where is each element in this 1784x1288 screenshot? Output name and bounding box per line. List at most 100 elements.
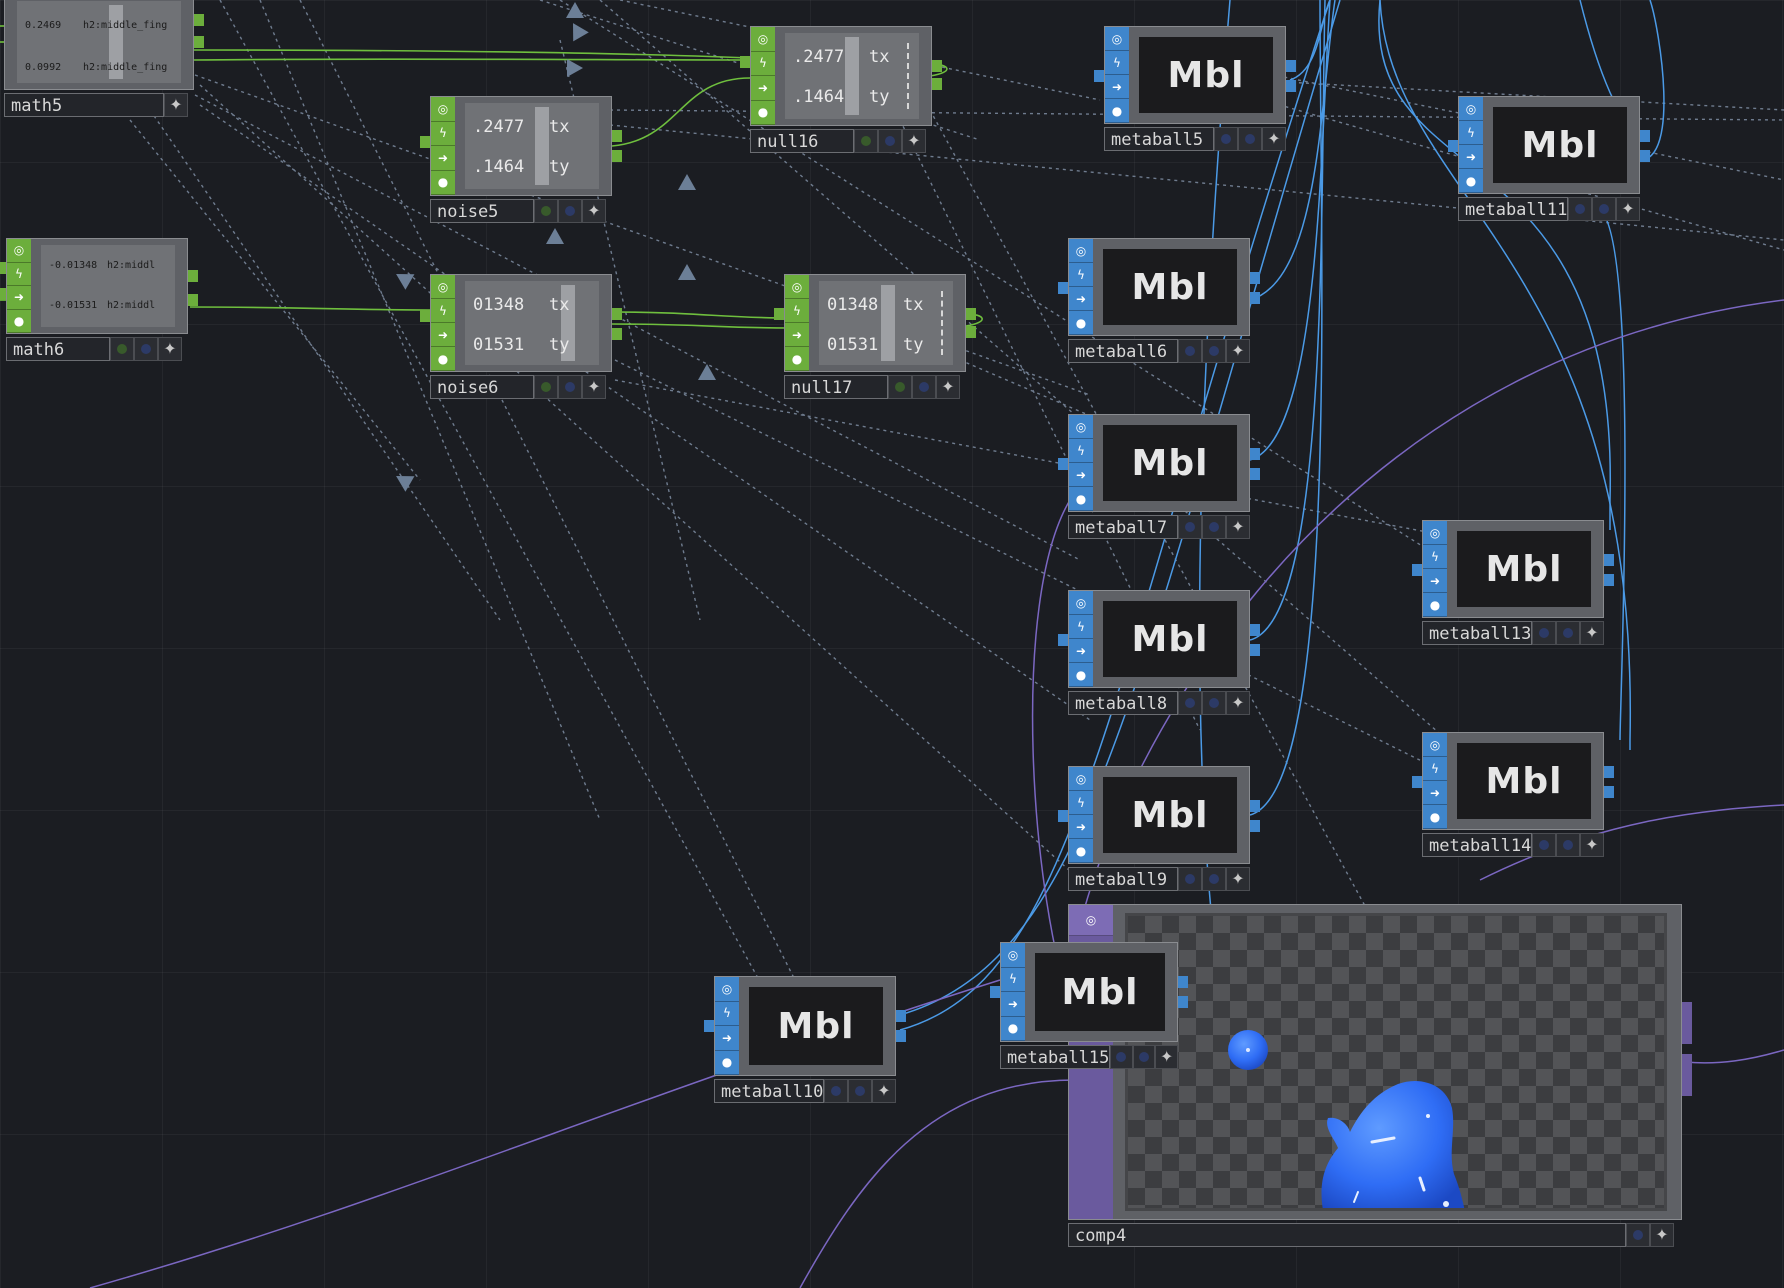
metaball9-node[interactable]: ◎ ϟ ➜ ● Mbl metaball9 ✦ (1058, 766, 1260, 892)
cook-icon[interactable]: ϟ (1423, 545, 1447, 569)
add-sparkle-icon[interactable]: ✦ (582, 375, 606, 399)
add-sparkle-icon[interactable]: ✦ (158, 337, 182, 361)
bypass-arrow-icon[interactable]: ➜ (785, 323, 809, 347)
viewer-toggle-icon[interactable]: ◎ (1105, 27, 1129, 51)
node-body[interactable]: ◎ ϟ ➜ ● Mbl (714, 976, 896, 1076)
display-flag-button[interactable] (1132, 1045, 1156, 1069)
input-connector[interactable] (1058, 810, 1068, 822)
lock-icon[interactable]: ● (751, 101, 775, 125)
cook-icon[interactable]: ϟ (1423, 757, 1447, 781)
viewer-toggle-icon[interactable]: ◎ (1423, 733, 1447, 757)
bypass-arrow-icon[interactable]: ➜ (751, 76, 775, 101)
viewer-flag-button[interactable] (824, 1079, 848, 1103)
metaball15-node[interactable]: ◎ ϟ ➜ ● Mbl metaball15 ✦ (990, 942, 1188, 1070)
node-body[interactable]: 0.2469 h2:middle_fing 0.0992 h2:middle_fin… (4, 0, 194, 90)
viewer-flag-button[interactable] (110, 337, 134, 361)
cook-icon[interactable]: ϟ (431, 299, 455, 323)
output-connector[interactable] (612, 308, 622, 320)
lock-icon[interactable]: ● (1105, 99, 1129, 123)
input-connector[interactable] (0, 262, 6, 274)
viewer-toggle-icon[interactable]: ◎ (7, 239, 31, 263)
input-connector[interactable] (0, 288, 6, 300)
output-connector[interactable] (1604, 574, 1614, 586)
display-flag-button[interactable] (1202, 339, 1226, 363)
output-connector[interactable] (194, 36, 204, 48)
node-name[interactable]: math5 (4, 93, 164, 117)
bypass-arrow-icon[interactable]: ➜ (431, 323, 455, 347)
math5-node[interactable]: 0.2469 h2:middle_fing 0.0992 h2:middle_fin… (4, 0, 204, 118)
metaball6-node[interactable]: ◎ ϟ ➜ ● Mbl metaball6 ✦ (1058, 238, 1260, 364)
output-connector[interactable] (932, 60, 942, 72)
node-name[interactable]: metaball11 (1458, 197, 1568, 221)
output-connector[interactable] (1250, 624, 1260, 636)
viewer-toggle-icon[interactable]: ◎ (1423, 521, 1447, 545)
viewer-flag-button[interactable] (534, 375, 558, 399)
add-sparkle-icon[interactable]: ✦ (582, 199, 606, 223)
node-body[interactable]: ◎ ϟ ➜ ● Mbl (1068, 414, 1250, 512)
display-flag-button[interactable] (1202, 515, 1226, 539)
viewer-flag-button[interactable] (1532, 833, 1556, 857)
lock-icon[interactable]: ● (1069, 311, 1093, 335)
metaball8-node[interactable]: ◎ ϟ ➜ ● Mbl metaball8 ✦ (1058, 590, 1260, 716)
output-connector[interactable] (1640, 130, 1650, 142)
network-editor-canvas[interactable]: 0.2469 h2:middle_fing 0.0992 h2:middle_fin… (0, 0, 1784, 1288)
output-connector[interactable] (1604, 554, 1614, 566)
viewer-flag-button[interactable] (888, 375, 912, 399)
display-flag-button[interactable] (1626, 1223, 1650, 1247)
add-sparkle-icon[interactable]: ✦ (1226, 339, 1250, 363)
bypass-arrow-icon[interactable]: ➜ (1069, 287, 1093, 311)
input-connector[interactable] (704, 1020, 714, 1032)
cook-icon[interactable]: ϟ (1069, 263, 1093, 287)
noise6-node[interactable]: ◎ ϟ ➜ ● 01348 tx 01531 ty noise6 ✦ (420, 274, 622, 400)
add-sparkle-icon[interactable]: ✦ (872, 1079, 896, 1103)
viewer-toggle-icon[interactable]: ◎ (1069, 591, 1093, 615)
cook-icon[interactable]: ϟ (751, 52, 775, 76)
bypass-arrow-icon[interactable]: ➜ (1423, 569, 1447, 593)
cook-icon[interactable]: ϟ (715, 1002, 739, 1026)
metaball11-node[interactable]: ◎ ϟ ➜ ● Mbl metaball11 ✦ (1448, 96, 1650, 222)
input-connector[interactable] (1094, 70, 1104, 82)
node-body[interactable]: ◎ ϟ ➜ ● .2477 tx .1464 ty (430, 96, 612, 196)
bypass-arrow-icon[interactable]: ➜ (1001, 992, 1025, 1017)
output-connector[interactable] (188, 270, 198, 282)
output-connector[interactable] (1682, 1002, 1692, 1044)
node-body[interactable]: ◎ ϟ ➜ ● 01348 tx 01531 ty (784, 274, 966, 372)
display-flag-button[interactable] (912, 375, 936, 399)
lock-icon[interactable]: ● (7, 310, 31, 333)
bypass-arrow-icon[interactable]: ➜ (1069, 639, 1093, 663)
input-connector[interactable] (990, 986, 1000, 998)
node-name[interactable]: metaball13 (1422, 621, 1532, 645)
node-body[interactable]: ◎ ϟ ➜ ● Mbl (1422, 520, 1604, 618)
lock-icon[interactable]: ● (431, 347, 455, 371)
viewer-toggle-icon[interactable]: ◎ (1069, 905, 1113, 936)
bypass-arrow-icon[interactable]: ➜ (1459, 145, 1483, 169)
input-connector[interactable] (420, 136, 430, 148)
input-connector[interactable] (420, 310, 430, 322)
input-connector[interactable] (1412, 776, 1422, 788)
metaball5-node[interactable]: ◎ ϟ ➜ ● Mbl metaball5 ✦ (1094, 26, 1296, 152)
null17-node[interactable]: ◎ ϟ ➜ ● 01348 tx 01531 ty null17 ✦ (774, 274, 976, 400)
output-connector[interactable] (612, 130, 622, 142)
cook-icon[interactable]: ϟ (785, 299, 809, 323)
output-connector[interactable] (1250, 292, 1260, 304)
node-body[interactable]: ◎ ϟ ➜ ● -0.01348 h2:middl -0.01531 h2:midd… (6, 238, 188, 334)
viewer-flag-button[interactable] (1178, 867, 1202, 891)
output-connector[interactable] (1178, 976, 1188, 988)
viewer-flag-button[interactable] (1110, 1045, 1133, 1069)
add-sparkle-icon[interactable]: ✦ (936, 375, 960, 399)
display-flag-button[interactable] (848, 1079, 872, 1103)
output-connector[interactable] (1250, 272, 1260, 284)
node-body[interactable]: ◎ ϟ ➜ ● Mbl (1068, 590, 1250, 688)
input-connector[interactable] (1448, 140, 1458, 152)
node-body[interactable]: ◎ ϟ ➜ ● Mbl (1104, 26, 1286, 124)
viewer-toggle-icon[interactable]: ◎ (715, 977, 739, 1002)
output-connector[interactable] (1604, 766, 1614, 778)
add-sparkle-icon[interactable]: ✦ (1226, 515, 1250, 539)
output-connector[interactable] (1286, 60, 1296, 72)
input-connector[interactable] (1058, 634, 1068, 646)
input-connector[interactable] (1412, 564, 1422, 576)
output-connector[interactable] (1604, 786, 1614, 798)
viewer-flag-button[interactable] (1532, 621, 1556, 645)
output-connector[interactable] (966, 308, 976, 320)
cook-icon[interactable]: ϟ (1069, 791, 1093, 815)
